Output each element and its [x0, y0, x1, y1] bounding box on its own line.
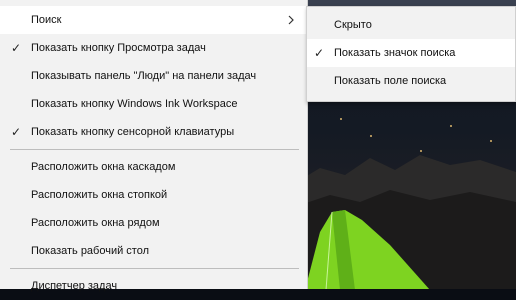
- menu-separator: [10, 268, 299, 269]
- chevron-right-icon: [288, 15, 294, 25]
- submenu-item-show-search-box[interactable]: Показать поле поиска: [307, 67, 515, 95]
- menu-item-show-desktop[interactable]: Показать рабочий стол: [0, 237, 307, 265]
- submenu-item-label: Показать значок поиска: [334, 47, 456, 59]
- menu-item-ink-workspace-button[interactable]: Показать кнопку Windows Ink Workspace: [0, 90, 307, 118]
- menu-item-stack-windows[interactable]: Расположить окна стопкой: [0, 181, 307, 209]
- menu-item-label: Диспетчер задач: [31, 280, 118, 292]
- menu-item-label: Расположить окна рядом: [31, 217, 160, 229]
- menu-item-touch-keyboard-button[interactable]: ✓ Показать кнопку сенсорной клавиатуры: [0, 118, 307, 146]
- search-submenu: Скрыто ✓ Показать значок поиска Показать…: [306, 6, 516, 102]
- menu-item-people-panel[interactable]: Показывать панель "Люди" на панели задач: [0, 62, 307, 90]
- check-icon: ✓: [313, 46, 325, 60]
- menu-item-label: Поиск: [31, 14, 62, 26]
- menu-item-label: Расположить окна каскадом: [31, 161, 176, 173]
- menu-item-label: Показать кнопку сенсорной клавиатуры: [31, 126, 235, 138]
- menu-item-label: Показать кнопку Windows Ink Workspace: [31, 98, 238, 110]
- check-icon: ✓: [10, 125, 22, 139]
- submenu-item-label: Показать поле поиска: [334, 75, 447, 87]
- menu-item-label: Расположить окна стопкой: [31, 189, 168, 201]
- submenu-item-show-search-icon[interactable]: ✓ Показать значок поиска: [307, 39, 515, 67]
- menu-item-task-manager[interactable]: Диспетчер задач: [0, 272, 307, 300]
- menu-separator: [10, 149, 299, 150]
- check-icon: ✓: [10, 41, 22, 55]
- menu-item-search[interactable]: Поиск: [0, 6, 307, 34]
- taskbar-context-menu: Поиск ✓ Показать кнопку Просмотра задач …: [0, 0, 308, 292]
- menu-item-label: Показывать панель "Люди" на панели задач: [31, 70, 257, 82]
- submenu-item-label: Скрыто: [334, 19, 372, 31]
- menu-item-cascade-windows[interactable]: Расположить окна каскадом: [0, 153, 307, 181]
- wallpaper-mountains: [300, 155, 516, 289]
- submenu-item-hidden[interactable]: Скрыто: [307, 11, 515, 39]
- menu-item-label: Показать рабочий стол: [31, 245, 150, 257]
- menu-item-task-view-button[interactable]: ✓ Показать кнопку Просмотра задач: [0, 34, 307, 62]
- menu-item-side-by-side-windows[interactable]: Расположить окна рядом: [0, 209, 307, 237]
- menu-item-label: Показать кнопку Просмотра задач: [31, 42, 206, 54]
